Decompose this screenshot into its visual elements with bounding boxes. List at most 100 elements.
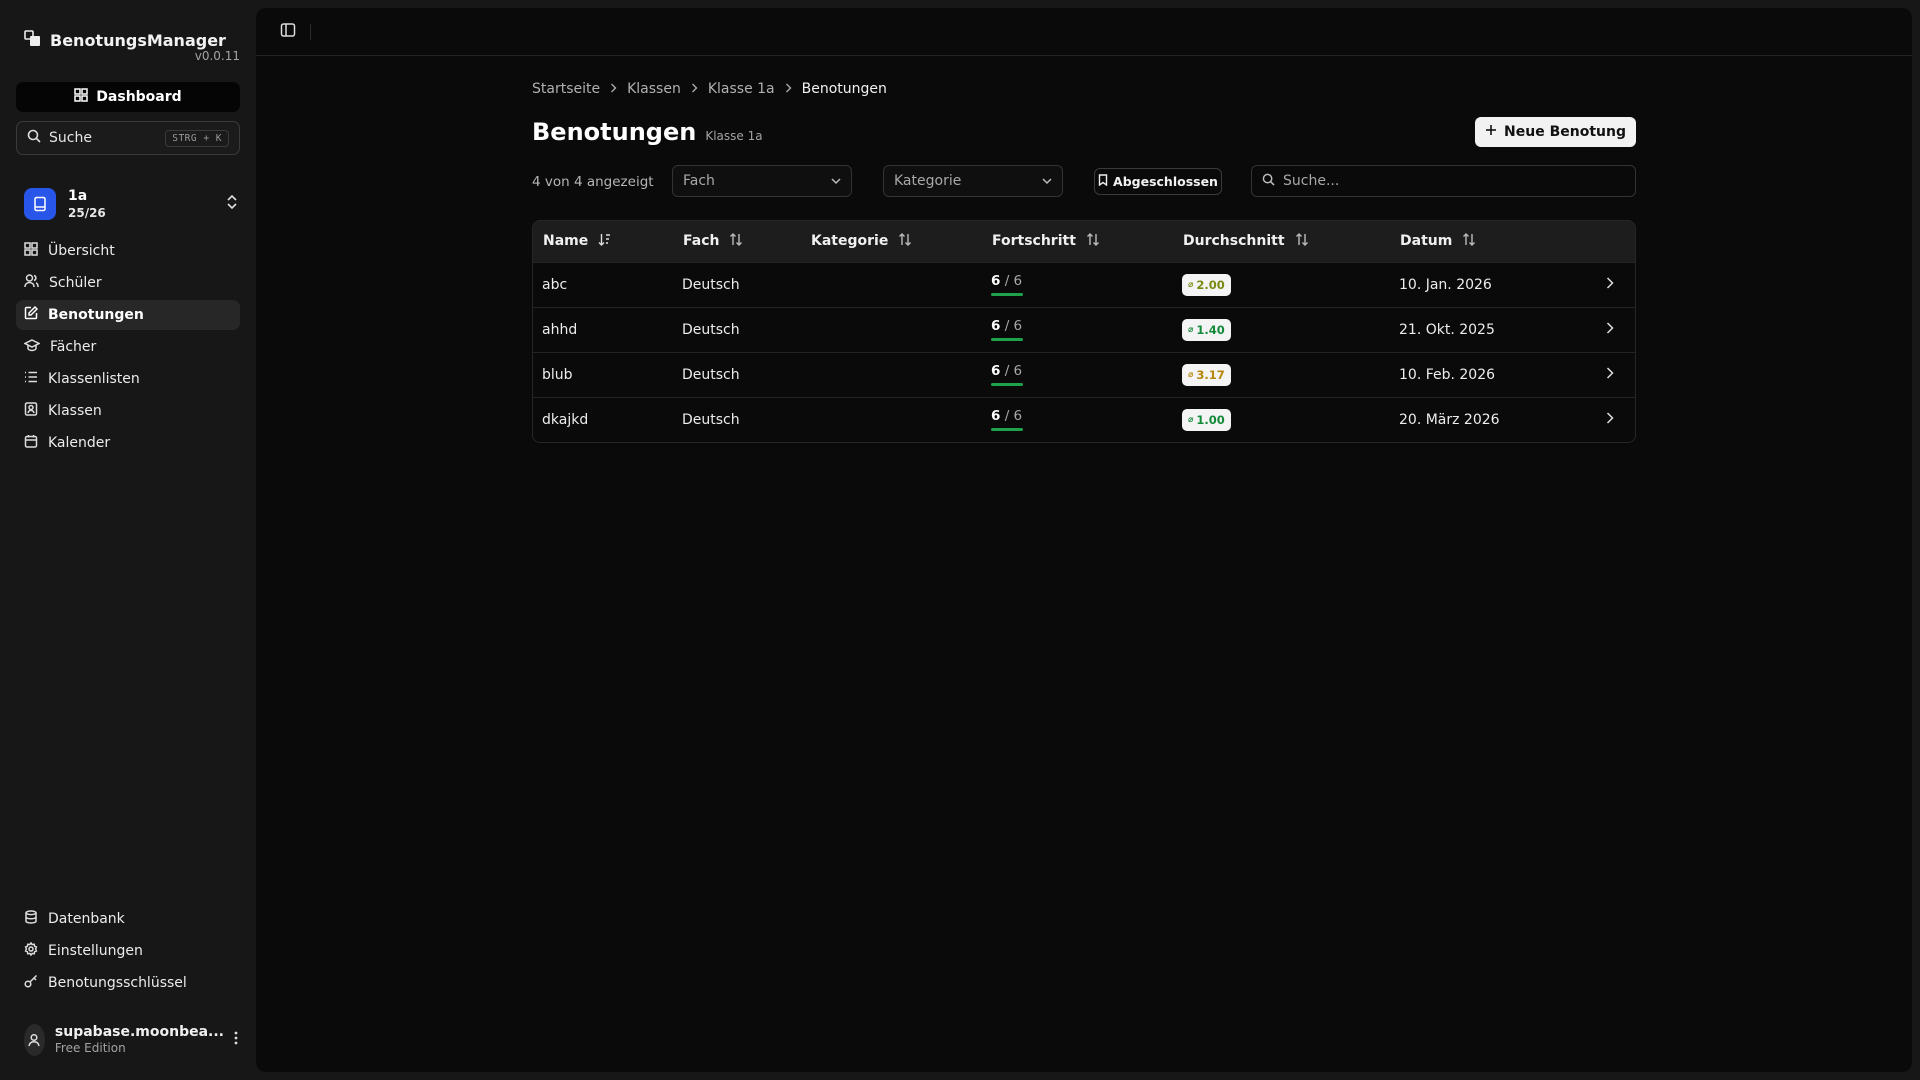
cell-name: dkajkd: [542, 411, 589, 428]
cell-progress: 6 / 6: [982, 262, 1173, 307]
table-header-row: Name Fach Kategorie Fortschritt Durchsch…: [533, 221, 1635, 262]
result-count: 4 von 4 angezeigt: [532, 174, 654, 190]
user-plan: Free Edition: [54, 1041, 126, 1055]
subject-select-value: Fach: [683, 173, 715, 189]
cell-subject: Deutsch: [682, 411, 740, 428]
breadcrumb-klasse[interactable]: Klasse 1a: [708, 81, 775, 97]
breadcrumb-current: Benotungen: [801, 81, 887, 97]
sort-icon: [1086, 232, 1100, 250]
app-name: BenotungsManager: [50, 31, 226, 50]
cell-open[interactable]: [1597, 352, 1635, 397]
subject-select[interactable]: Fach: [672, 165, 852, 197]
user-menu[interactable]: supabase.moonbea... Free Edition: [24, 1022, 238, 1058]
chevron-right-icon[interactable]: [1606, 412, 1614, 428]
sidebar-item-benotungsschluessel[interactable]: Benotungsschlüssel: [16, 968, 240, 998]
book-icon: [24, 188, 56, 220]
search-icon: [27, 129, 41, 147]
chevron-down-icon: [1042, 173, 1052, 189]
table-search-placeholder: Suche...: [1283, 173, 1340, 189]
average-badge: ⌀ 2.00: [1182, 273, 1231, 296]
sort-desc-icon: [598, 233, 612, 250]
sidebar-bottom-nav: Datenbank Einstellungen Benotungsschlüss…: [16, 904, 240, 1000]
average-value: 2.00: [1196, 277, 1225, 292]
more-vertical-icon[interactable]: [234, 1031, 238, 1049]
chevron-right-icon[interactable]: [1606, 366, 1614, 383]
chevron-right-icon: [785, 81, 792, 97]
column-header-datum[interactable]: Datum: [1390, 221, 1597, 262]
progress-total: / 6: [1004, 363, 1023, 379]
sidebar-item-datenbank[interactable]: Datenbank: [16, 904, 240, 934]
filter-bar: 4 von 4 angezeigt Fach Kategorie Abgesch…: [532, 165, 1636, 199]
users-icon: [24, 274, 39, 292]
progress-done: 6: [991, 318, 1001, 334]
cell-progress: 6 / 6: [982, 397, 1173, 442]
cell-date: 10. Feb. 2026: [1399, 366, 1496, 383]
cell-progress: 6 / 6: [982, 352, 1173, 397]
chevrons-up-down-icon: [226, 194, 238, 214]
bookmark-icon: [1098, 174, 1108, 189]
column-header-fortschritt[interactable]: Fortschritt: [982, 221, 1173, 262]
topbar-divider: [310, 23, 311, 40]
breadcrumb-klassen[interactable]: Klassen: [627, 81, 681, 97]
sidebar-item-label: Benotungen: [48, 307, 144, 323]
sidebar-item-label: Schüler: [49, 275, 102, 291]
app-logo-icon: [24, 30, 41, 51]
sidebar-toggle-icon[interactable]: [280, 22, 296, 42]
search-icon: [1262, 173, 1275, 190]
breadcrumb-startseite[interactable]: Startseite: [532, 81, 600, 97]
cell-subject: Deutsch: [682, 366, 740, 383]
cell-open[interactable]: [1597, 397, 1635, 442]
sidebar-item-klassen[interactable]: Klassen: [16, 396, 240, 426]
chevron-right-icon: [610, 81, 617, 97]
average-symbol-icon: ⌀: [1188, 414, 1194, 425]
table-row[interactable]: ahhd Deutsch 6 / 6 ⌀ 1.40 21. Okt. 2025: [533, 307, 1635, 352]
avatar: [24, 1024, 45, 1056]
edit-icon: [24, 305, 39, 324]
sidebar-item-faecher[interactable]: Fächer: [16, 332, 240, 362]
column-header-durchschnitt[interactable]: Durchschnitt: [1173, 221, 1390, 262]
main-panel: Startseite Klassen Klasse 1a Benotungen …: [256, 8, 1912, 1072]
cell-open[interactable]: [1597, 262, 1635, 307]
contact-icon: [24, 402, 38, 420]
list-icon: [24, 370, 38, 388]
grid-icon: [24, 242, 38, 260]
key-icon: [24, 974, 38, 992]
cell-average: ⌀ 1.00: [1173, 397, 1390, 442]
table-row[interactable]: dkajkd Deutsch 6 / 6 ⌀ 1.00 20. März 2026: [533, 397, 1635, 442]
gradings-table: Name Fach Kategorie Fortschritt Durchsch…: [532, 220, 1636, 443]
sidebar-item-einstellungen[interactable]: Einstellungen: [16, 936, 240, 966]
sidebar-item-kalender[interactable]: Kalender: [16, 428, 240, 458]
column-header-kategorie[interactable]: Kategorie: [801, 221, 982, 262]
cell-category: [801, 262, 982, 307]
graduation-cap-icon: [23, 338, 41, 356]
column-label: Durchschnitt: [1183, 233, 1285, 250]
chevron-right-icon[interactable]: [1606, 276, 1614, 293]
cell-open[interactable]: [1597, 307, 1635, 352]
dashboard-label: Dashboard: [96, 89, 182, 105]
cell-name: ahhd: [542, 321, 578, 338]
sidebar-item-klassenlisten[interactable]: Klassenlisten: [16, 364, 240, 394]
sidebar-item-label: Fächer: [50, 339, 97, 355]
table-row[interactable]: abc Deutsch 6 / 6 ⌀ 2.00 10. Jan. 2026: [533, 262, 1635, 307]
column-header-name[interactable]: Name: [533, 221, 673, 262]
brand[interactable]: BenotungsManager: [24, 30, 226, 51]
sidebar-item-schueler[interactable]: Schüler: [16, 268, 240, 298]
sidebar-item-uebersicht[interactable]: Übersicht: [16, 236, 240, 266]
progress-done: 6: [991, 273, 1001, 289]
column-label: Name: [543, 233, 589, 250]
sidebar-search[interactable]: Suche STRG + K: [16, 121, 240, 155]
average-badge: ⌀ 1.00: [1182, 408, 1231, 431]
category-select[interactable]: Kategorie: [883, 165, 1063, 197]
dashboard-button[interactable]: Dashboard: [16, 82, 240, 112]
table-search-input[interactable]: Suche...: [1251, 165, 1636, 197]
progress-done: 6: [991, 408, 1001, 425]
new-grading-button[interactable]: Neue Benotung: [1475, 117, 1636, 147]
table-row[interactable]: blub Deutsch 6 / 6 ⌀ 3.17 10. Feb. 2026: [533, 352, 1635, 397]
chevron-right-icon[interactable]: [1606, 321, 1614, 338]
class-switcher[interactable]: 1a 25/26: [24, 186, 238, 222]
closed-filter-toggle[interactable]: Abgeschlossen: [1094, 168, 1222, 195]
sidebar-item-benotungen[interactable]: Benotungen: [16, 300, 240, 330]
column-header-fach[interactable]: Fach: [673, 221, 801, 262]
sidebar-item-label: Klassenlisten: [48, 371, 140, 387]
sort-icon: [898, 232, 912, 250]
